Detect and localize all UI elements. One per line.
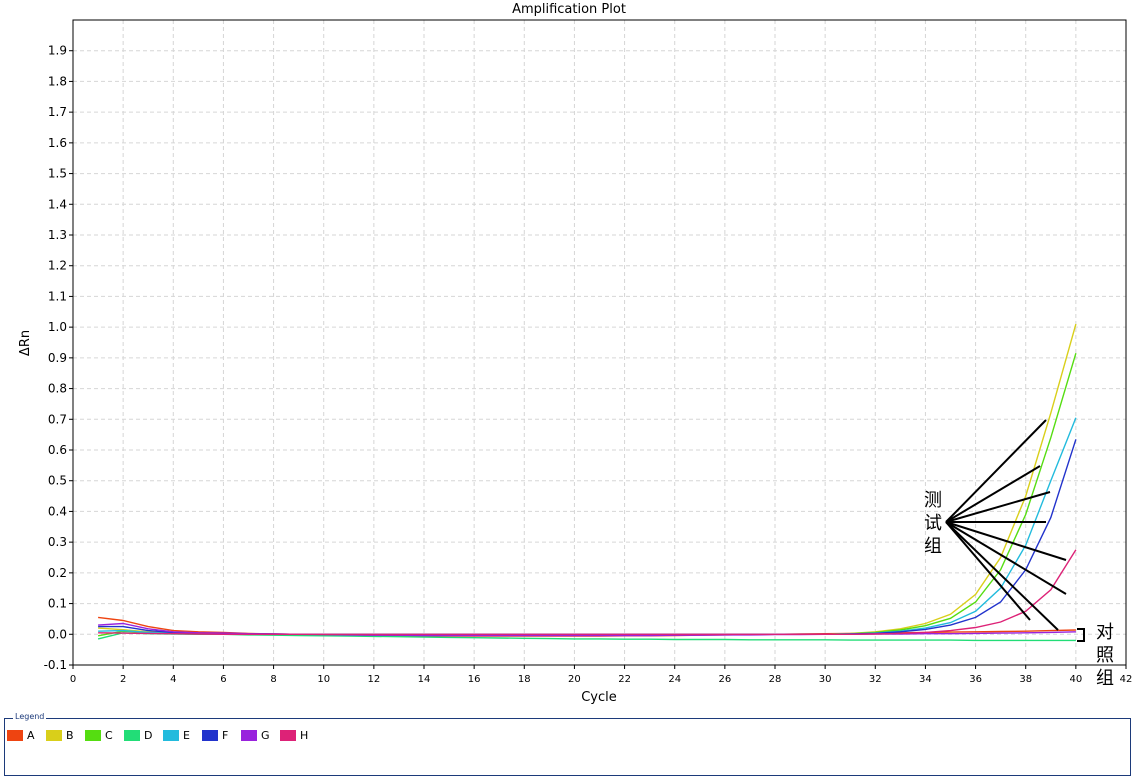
legend-item-e: E [163,729,202,742]
x-tick-label: 8 [270,674,276,685]
y-tick-label: 1.8 [48,74,67,88]
chart-title: Amplification Plot [512,2,626,17]
x-tick-label: 34 [919,674,932,685]
test-group-label-char: 试 [924,513,942,534]
legend-swatch [46,730,62,741]
legend-label: A [27,729,35,742]
x-tick-label: 32 [869,674,882,685]
legend-label: F [222,729,229,742]
x-tick-label: 22 [618,674,631,685]
x-tick-label: 2 [120,674,126,685]
series-line-b [98,323,1077,635]
y-tick-label: -0.1 [44,658,67,672]
x-tick-label: 36 [969,674,982,685]
test-group-pointer-line [945,521,1031,621]
legend-swatch [241,730,257,741]
y-tick-label: 1.0 [48,320,67,334]
legend-item-g: G [241,729,280,742]
control-group-label-char: 照 [1096,645,1114,666]
x-tick-label: 42 [1120,674,1133,685]
control-group-label-char: 组 [1096,668,1114,689]
legend-swatch [85,730,101,741]
legend-label: H [300,729,309,742]
legend-item-d: D [124,729,163,742]
x-tick-label: 10 [317,674,330,685]
x-tick-label: 6 [220,674,226,685]
legend-panel: Legend A B C D E F G H [4,712,1131,776]
x-axis-label: Cycle [581,690,617,705]
control-group-bracket [1077,628,1085,642]
y-tick-label: 0.4 [48,504,67,518]
x-tick-label: 18 [518,674,531,685]
y-axis-label: ΔRn [18,330,33,356]
legend-label: C [105,729,113,742]
legend-label: B [66,729,74,742]
legend-title: Legend [13,712,47,721]
y-tick-label: 0.2 [48,566,67,580]
x-tick-label: 20 [568,674,581,685]
legend-item-c: C [85,729,124,742]
y-tick-label: 1.7 [48,105,67,119]
y-tick-label: 0.3 [48,535,67,549]
y-tick-label: 1.1 [48,289,67,303]
grid-lines [73,20,1126,666]
x-tick-label: 40 [1069,674,1082,685]
amplification-chart: Amplification Plot 0 2 4 6 8 10 12 14 16 18 20 22 24… [18,2,1133,705]
plot-area [72,19,1127,666]
y-tick-label: 1.2 [48,259,67,273]
x-tick-label: 30 [819,674,832,685]
y-tick-label: 1.4 [48,197,67,211]
x-tick-label: 0 [70,674,76,685]
y-tick-label: 1.6 [48,136,67,150]
y-tick-label: 0.7 [48,412,67,426]
x-tick-label: 4 [170,674,176,685]
legend-swatch [124,730,140,741]
x-tick-label: 16 [468,674,481,685]
control-group-label-char: 对 [1096,622,1114,643]
y-tick-label: 0.8 [48,382,67,396]
y-tick-label: 0.6 [48,443,67,457]
x-tick-label: 14 [418,674,431,685]
test-group-label-char: 组 [924,536,942,557]
legend-label: E [183,729,190,742]
legend-item-b: B [46,729,85,742]
legend-swatch [163,730,179,741]
test-group-label-char: 测 [924,490,942,511]
x-tick-label: 26 [718,674,731,685]
x-tick-label: 24 [668,674,681,685]
x-tick-label: 38 [1019,674,1032,685]
legend-swatch [7,730,23,741]
legend-item-f: F [202,729,241,742]
x-tick-label: 28 [769,674,782,685]
y-tick-label: 0.5 [48,474,67,488]
legend-items: A B C D E F G H [7,729,319,742]
x-tick-label: 12 [367,674,380,685]
series-lines [97,323,1077,642]
annotations: 测试组对照组 [924,419,1114,689]
y-tick-label: 1.3 [48,228,67,242]
legend-label: D [144,729,153,742]
y-tick-label: 0.1 [48,597,67,611]
legend-swatch [202,730,218,741]
test-group-pointer-line [945,521,1067,595]
x-axis-ticks: 0 2 4 6 8 10 12 14 16 18 20 22 24 26 28 30 32 34 36 38 40 42 [70,665,1133,685]
legend-item-h: H [280,729,319,742]
y-tick-label: 1.5 [48,167,67,181]
y-tick-label: 0.9 [48,351,67,365]
y-axis-ticks: -0.1 0.0 0.1 0.2 0.3 0.4 0.5 0.6 0.7 0.8 0.9 1.0 1.1… [44,44,73,672]
y-tick-label: 1.9 [48,44,67,58]
test-group-pointer-line [945,521,1067,561]
legend-item-a: A [7,729,46,742]
legend-swatch [280,730,296,741]
y-tick-label: 0.0 [48,627,67,641]
legend-label: G [261,729,270,742]
